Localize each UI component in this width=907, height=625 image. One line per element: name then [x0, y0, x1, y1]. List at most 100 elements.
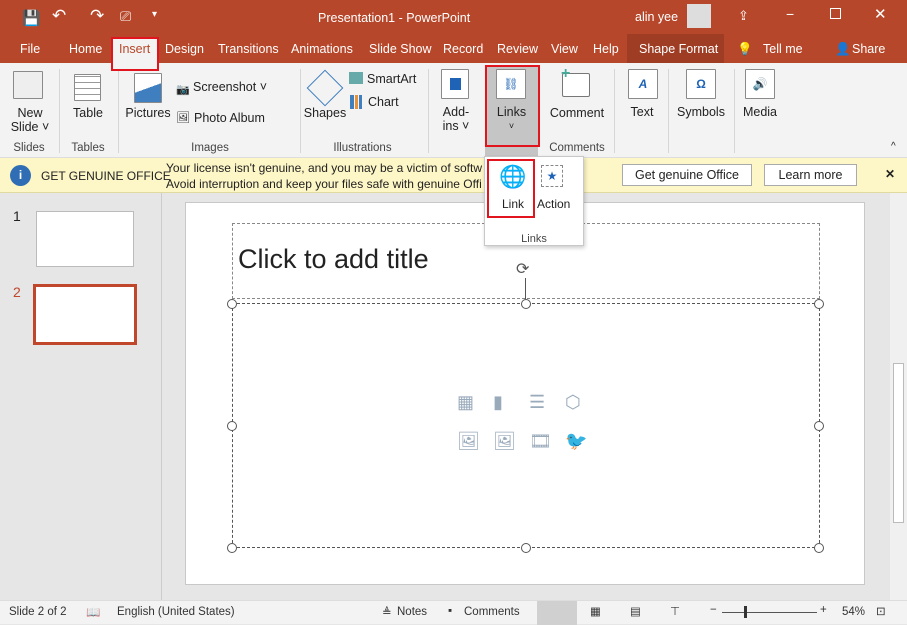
link-highlight[interactable]	[487, 159, 535, 218]
pictures-button[interactable]: Pictures	[124, 106, 172, 120]
resize-handle[interactable]	[814, 421, 824, 431]
resize-handle[interactable]	[227, 299, 237, 309]
shapes-icon[interactable]	[306, 69, 344, 107]
user-name[interactable]: alin yee	[635, 10, 678, 24]
customize-icon[interactable]: ▾	[152, 9, 157, 20]
symbols-icon[interactable]: Ω	[686, 69, 716, 99]
smartart-icon	[349, 72, 363, 84]
get-genuine-office-button[interactable]: Get genuine Office	[622, 164, 752, 186]
window-title: Presentation1 - PowerPoint	[318, 11, 471, 25]
present-icon[interactable]: ⎚	[120, 8, 131, 25]
addins-button[interactable]: Add-ins ˅	[435, 105, 477, 133]
maximize-icon[interactable]	[830, 8, 841, 19]
new-slide-icon[interactable]	[13, 71, 43, 99]
text-icon[interactable]: A	[628, 69, 658, 99]
zoom-slider-thumb[interactable]	[744, 606, 748, 618]
insert-table-icon[interactable]: ▦	[457, 392, 485, 423]
pictures-icon[interactable]	[134, 73, 162, 103]
normal-view-button[interactable]	[537, 601, 577, 625]
tab-transitions[interactable]: Transitions	[218, 42, 279, 56]
resize-handle[interactable]	[227, 421, 237, 431]
tab-animations[interactable]: Animations	[291, 42, 353, 56]
table-icon[interactable]	[74, 74, 101, 101]
comment-icon[interactable]: +	[561, 65, 590, 97]
rotate-handle-icon[interactable]: ⟳	[516, 259, 529, 279]
slideshow-icon[interactable]: ⊤	[670, 604, 680, 618]
resize-handle[interactable]	[814, 543, 824, 553]
insert-video-icon[interactable]: 🎞	[529, 431, 557, 462]
insert-3d-model-icon[interactable]: ⬡	[565, 392, 593, 423]
scrollbar-thumb[interactable]	[893, 363, 904, 523]
notes-button[interactable]: Notes	[397, 606, 427, 618]
spelling-icon[interactable]: 📖	[86, 605, 100, 619]
zoom-level[interactable]: 54%	[842, 606, 865, 618]
resize-handle[interactable]	[521, 543, 531, 553]
slide-number: 2	[13, 284, 21, 300]
language-status[interactable]: English (United States)	[117, 606, 235, 618]
media-icon[interactable]: 🔊	[745, 69, 775, 99]
symbols-button[interactable]: Symbols	[673, 105, 729, 119]
slide-thumbnail-1[interactable]	[36, 211, 134, 267]
insert-icon-icon[interactable]: 🐦	[565, 431, 593, 462]
tell-me[interactable]: Tell me	[763, 42, 803, 56]
ribbon: New Slide ˅ Slides Table Tables Pictures …	[0, 63, 907, 158]
tab-slide-show[interactable]: Slide Show	[369, 42, 432, 56]
close-infobar-icon[interactable]: ✕	[885, 167, 895, 181]
chart-button[interactable]: Chart	[368, 95, 399, 109]
comment-button[interactable]: Comment	[546, 106, 608, 120]
slide-sorter-icon[interactable]: ▦	[590, 604, 601, 618]
learn-more-button[interactable]: Learn more	[764, 164, 857, 186]
share-button[interactable]: Share	[852, 42, 885, 56]
minimize-icon[interactable]: −	[786, 6, 794, 22]
media-button[interactable]: Media	[738, 105, 782, 119]
insert-picture-icon[interactable]: 🖼	[457, 431, 485, 462]
photo-album-button[interactable]: Photo Album	[194, 111, 265, 125]
redo-icon[interactable]: ↷	[90, 6, 104, 26]
insert-tab-highlight	[111, 37, 159, 71]
tab-file[interactable]: File	[20, 42, 40, 56]
fit-to-window-icon[interactable]: ⊡	[876, 604, 886, 618]
content-placeholder[interactable]: ▦ ▮ ☰ ⬡ 🖼 🖼 🎞 🐦	[232, 303, 820, 548]
zoom-out-button[interactable]: −	[710, 604, 717, 616]
save-icon[interactable]: 💾	[22, 9, 41, 27]
tab-shape-format[interactable]: Shape Format	[639, 42, 718, 56]
new-slide-button[interactable]: New Slide ˅	[8, 106, 52, 134]
smartart-button[interactable]: SmartArt	[367, 72, 416, 86]
action-button[interactable]: Action	[537, 197, 570, 211]
vertical-scrollbar[interactable]	[890, 193, 907, 600]
comments-button[interactable]: Comments	[464, 606, 520, 618]
zoom-in-button[interactable]: +	[820, 604, 827, 616]
resize-handle[interactable]	[227, 543, 237, 553]
slide-thumbnails: 1 2	[0, 193, 162, 600]
resize-handle[interactable]	[814, 299, 824, 309]
tab-view[interactable]: View	[551, 42, 578, 56]
insert-smartart-icon[interactable]: ☰	[529, 392, 557, 423]
tab-home[interactable]: Home	[69, 42, 102, 56]
insert-online-picture-icon[interactable]: 🖼	[493, 431, 521, 462]
screenshot-button[interactable]: Screenshot ˅	[193, 80, 267, 94]
tab-record[interactable]: Record	[443, 42, 483, 56]
insert-chart-icon[interactable]: ▮	[493, 392, 521, 423]
addins-icon[interactable]	[441, 69, 469, 99]
avatar[interactable]	[687, 4, 711, 28]
table-button[interactable]: Table	[66, 106, 110, 120]
shapes-button[interactable]: Shapes	[303, 106, 347, 120]
undo-icon[interactable]: ↶	[52, 6, 66, 26]
tab-review[interactable]: Review	[497, 42, 538, 56]
group-tables: Tables	[71, 142, 105, 154]
resize-handle[interactable]	[521, 299, 531, 309]
collapse-ribbon-icon[interactable]: ^	[891, 141, 896, 152]
links-dropdown: 🌐 Link ★ Action Links	[484, 156, 584, 246]
reading-view-icon[interactable]: ▤	[630, 604, 641, 618]
close-icon[interactable]: ✕	[874, 5, 887, 23]
slide-thumbnail-2[interactable]	[33, 284, 137, 345]
zoom-slider[interactable]	[722, 612, 817, 613]
tab-help[interactable]: Help	[593, 42, 619, 56]
share-icon[interactable]: 👤	[835, 42, 851, 57]
screenshot-icon: 📷	[176, 84, 190, 96]
tab-design[interactable]: Design	[165, 42, 204, 56]
ribbon-display-icon[interactable]: ⇪	[738, 8, 749, 24]
infobar-message-1: Your license isn't genuine, and you may …	[166, 161, 483, 175]
text-button[interactable]: Text	[620, 105, 664, 119]
insert-content-icons: ▦ ▮ ☰ ⬡ 🖼 🖼 🎞 🐦	[457, 392, 597, 462]
